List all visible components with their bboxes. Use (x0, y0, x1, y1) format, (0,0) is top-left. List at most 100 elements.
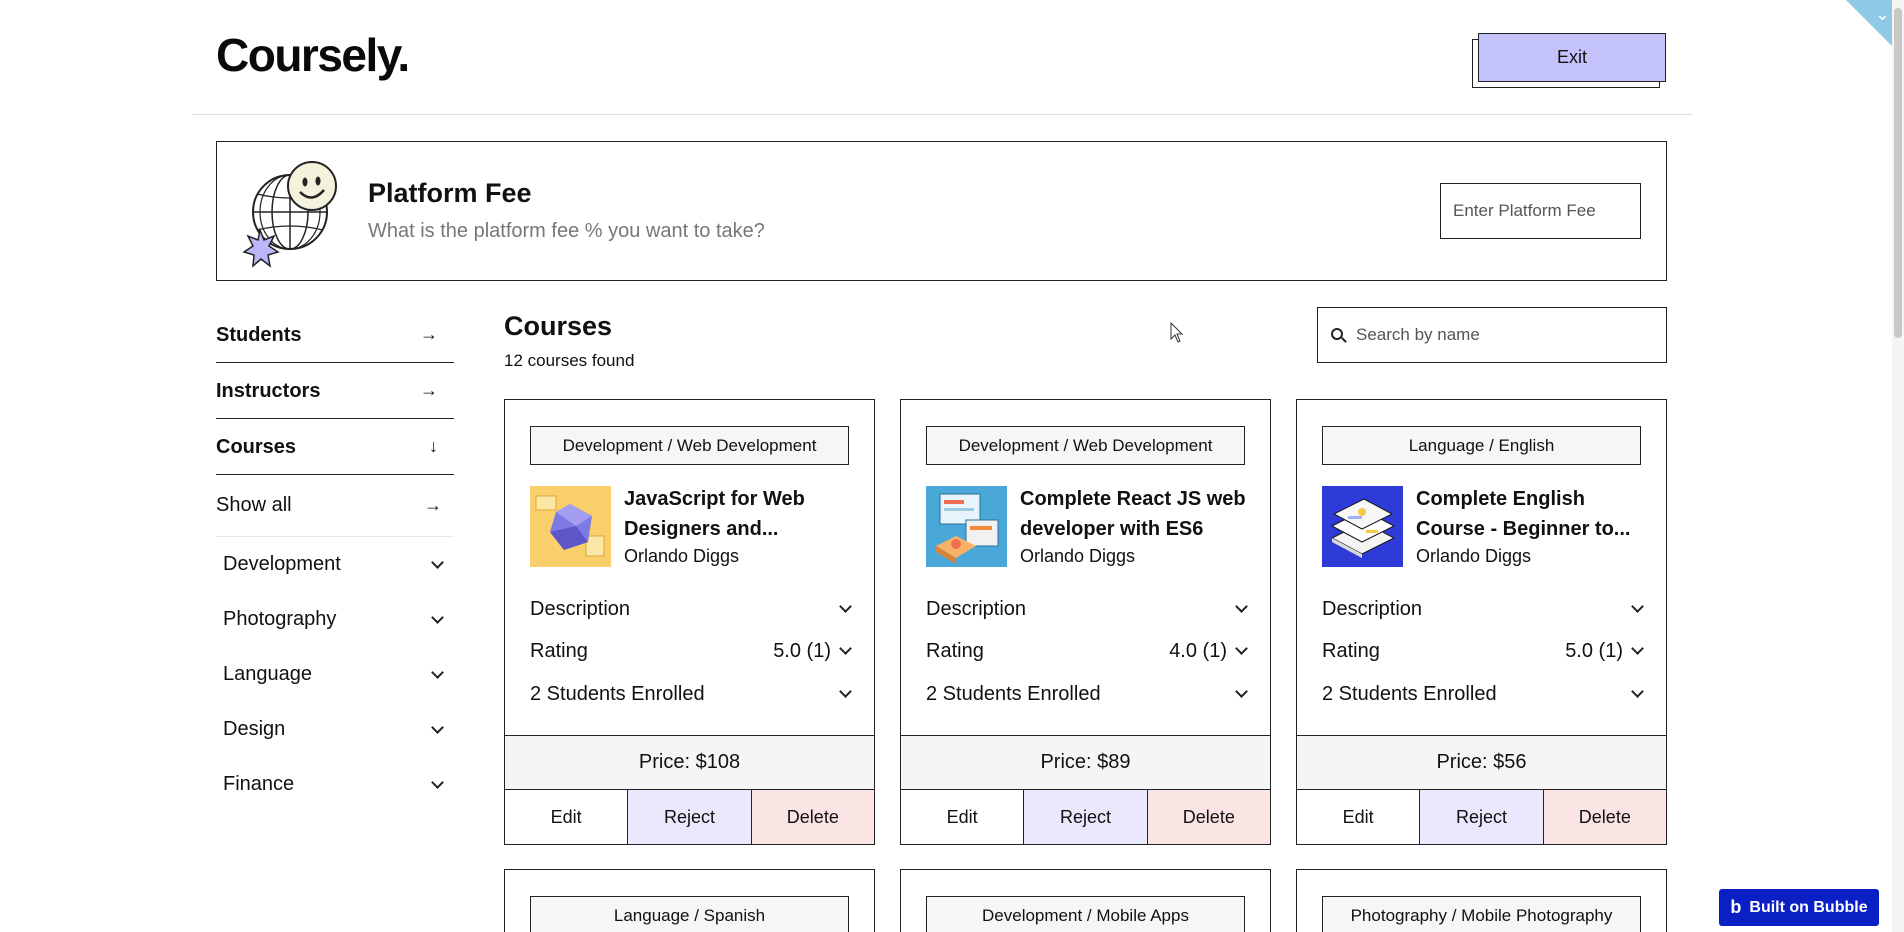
course-thumbnail[interactable] (926, 486, 1007, 567)
rating-toggle[interactable]: Rating 5.0 (1) (530, 636, 852, 666)
platform-fee-input[interactable] (1440, 183, 1641, 239)
arrow-right-icon: → (424, 495, 442, 515)
sidebar-category-finance[interactable]: Finance (216, 757, 454, 812)
course-card: Language / English Complete English Cour… (1296, 399, 1667, 845)
arrow-down-icon: ↓ (429, 436, 438, 456)
course-instructor: Orlando Diggs (1416, 546, 1532, 566)
enrolled-label: 2 Students Enrolled (926, 682, 1101, 705)
chevron-down-icon (839, 600, 852, 613)
sidebar-item-label: Courses (216, 436, 297, 458)
sidebar-item-instructors[interactable]: Instructors → (216, 363, 454, 419)
sidebar-item-courses[interactable]: Courses ↓ (216, 419, 454, 475)
courses-title: Courses (504, 311, 613, 341)
course-category-badge: Development / Web Development (926, 426, 1245, 465)
course-title[interactable]: Complete React JS web developer with ES6 (1020, 484, 1250, 544)
arrow-right-icon: → (420, 324, 438, 344)
sidebar-category-language[interactable]: Language (216, 647, 454, 702)
description-label: Description (1322, 597, 1423, 620)
page: Coursely. Exit ⌄ Platform Fee What is th… (0, 0, 1904, 932)
rating-toggle[interactable]: Rating 4.0 (1) (926, 636, 1248, 666)
search-icon (1331, 327, 1347, 343)
course-price: Price: $56 (1297, 735, 1666, 790)
reject-button[interactable]: Reject (627, 790, 752, 844)
chevron-down-icon[interactable]: ⌄ (1875, 4, 1890, 25)
globe-smiley-illustration-icon (242, 160, 342, 268)
delete-button[interactable]: Delete (1147, 790, 1270, 844)
description-label: Description (926, 597, 1027, 620)
app-logo[interactable]: Coursely. (216, 28, 410, 82)
course-category-badge: Development / Mobile Apps (926, 896, 1245, 932)
platform-fee-subtitle: What is the platform fee % you want to t… (368, 220, 765, 242)
chevron-down-icon (1631, 685, 1644, 698)
delete-button[interactable]: Delete (751, 790, 874, 844)
course-card: Development / Web Development JavaScript… (504, 399, 875, 845)
description-toggle[interactable]: Description (530, 594, 852, 624)
edit-button[interactable]: Edit (1297, 790, 1420, 844)
search-input[interactable] (1356, 325, 1646, 345)
chevron-down-icon (1631, 600, 1644, 613)
course-category-badge: Language / Spanish (530, 896, 849, 932)
chevron-down-icon (839, 642, 852, 655)
sidebar-category-design[interactable]: Design (216, 702, 454, 757)
courses-count: 12 courses found (504, 351, 635, 370)
sidebar-item-students[interactable]: Students → (216, 307, 454, 363)
course-card: Development / Mobile Apps (900, 869, 1271, 932)
description-toggle[interactable]: Description (1322, 594, 1644, 624)
edit-button[interactable]: Edit (505, 790, 628, 844)
course-instructor: Orlando Diggs (624, 546, 740, 566)
sidebar-category-photography[interactable]: Photography (216, 592, 454, 647)
scrollbar-thumb[interactable] (1894, 8, 1902, 338)
chevron-down-icon (1235, 685, 1248, 698)
course-price: Price: $108 (505, 735, 874, 790)
chevron-down-icon (431, 775, 444, 789)
rating-label: Rating (530, 639, 588, 662)
reject-button[interactable]: Reject (1419, 790, 1544, 844)
course-thumbnail[interactable] (1322, 486, 1403, 567)
course-search-box[interactable] (1317, 307, 1667, 363)
course-thumbnail[interactable] (530, 486, 611, 567)
course-actions: Edit Reject Delete (505, 790, 874, 844)
page-scrollbar[interactable] (1892, 0, 1904, 932)
chevron-down-icon (1235, 642, 1248, 655)
course-title[interactable]: Complete English Course - Beginner to... (1416, 484, 1646, 544)
edit-button[interactable]: Edit (901, 790, 1024, 844)
reject-button[interactable]: Reject (1023, 790, 1148, 844)
description-toggle[interactable]: Description (926, 594, 1248, 624)
rating-label: Rating (926, 639, 984, 662)
built-on-bubble-badge[interactable]: b Built on Bubble (1719, 889, 1879, 926)
bubble-logo-icon: b (1730, 897, 1742, 917)
enrolled-toggle[interactable]: 2 Students Enrolled (530, 679, 852, 709)
show-all-label: Show all (216, 494, 292, 516)
header-divider (192, 114, 1692, 115)
course-card: Language / Spanish (504, 869, 875, 932)
sidebar-show-all[interactable]: Show all → (216, 475, 454, 537)
platform-fee-title: Platform Fee (368, 178, 532, 208)
category-label: Finance (223, 773, 295, 795)
course-price: Price: $89 (901, 735, 1270, 790)
rating-toggle[interactable]: Rating 5.0 (1) (1322, 636, 1644, 666)
category-label: Design (223, 718, 286, 740)
enrolled-label: 2 Students Enrolled (1322, 682, 1497, 705)
rating-value: 5.0 (1) (1565, 639, 1623, 662)
chevron-down-icon (839, 685, 852, 698)
enrolled-toggle[interactable]: 2 Students Enrolled (1322, 679, 1644, 709)
bubble-badge-label: Built on Bubble (1749, 898, 1868, 916)
course-card: Development / Web Development Complete R… (900, 399, 1271, 845)
category-label: Development (223, 553, 341, 575)
chevron-down-icon (431, 665, 444, 679)
rating-value: 5.0 (1) (773, 639, 831, 662)
course-actions: Edit Reject Delete (901, 790, 1270, 844)
course-title[interactable]: JavaScript for Web Designers and... (624, 484, 854, 544)
enrolled-label: 2 Students Enrolled (530, 682, 705, 705)
chevron-down-icon (1631, 642, 1644, 655)
enrolled-toggle[interactable]: 2 Students Enrolled (926, 679, 1248, 709)
rating-label: Rating (1322, 639, 1380, 662)
sidebar-category-development[interactable]: Development (216, 537, 454, 592)
course-actions: Edit Reject Delete (1297, 790, 1666, 844)
exit-button[interactable]: Exit (1478, 33, 1666, 82)
category-label: Photography (223, 608, 337, 630)
rating-value: 4.0 (1) (1169, 639, 1227, 662)
delete-button[interactable]: Delete (1543, 790, 1666, 844)
chevron-down-icon (431, 720, 444, 734)
sidebar-item-label: Students (216, 324, 302, 346)
